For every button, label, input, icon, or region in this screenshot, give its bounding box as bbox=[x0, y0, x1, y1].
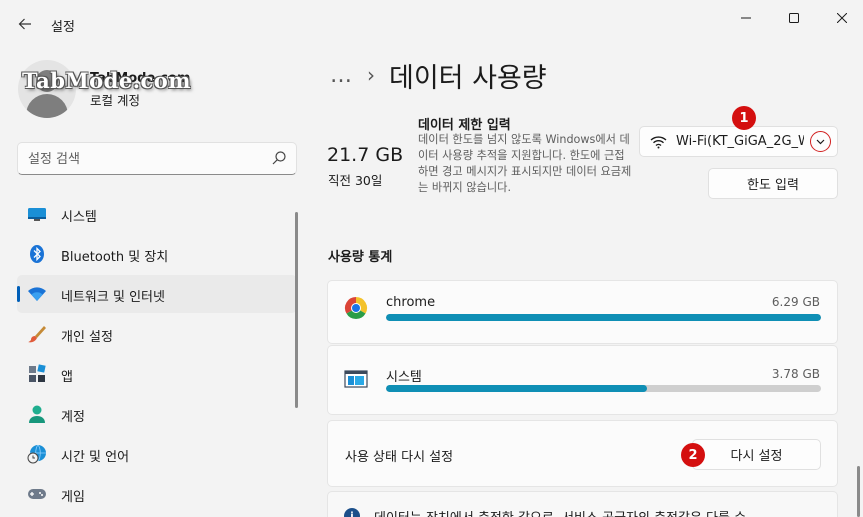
main-scrollbar[interactable] bbox=[857, 466, 860, 517]
sidebar-item-network[interactable]: 네트워크 및 인터넷 bbox=[17, 275, 297, 313]
sidebar-item-label: 시스템 bbox=[61, 210, 97, 225]
account-icon bbox=[29, 405, 45, 423]
step-marker-2: 2 bbox=[681, 443, 705, 467]
data-limit-description: 데이터 한도를 넘지 않도록 Windows에서 데이터 사용량 추적을 지원합… bbox=[418, 133, 632, 194]
minimize-icon bbox=[741, 17, 751, 19]
arrow-left-icon bbox=[18, 18, 31, 30]
enter-limit-button[interactable]: 한도 입력 bbox=[708, 168, 838, 199]
minimize-button[interactable] bbox=[722, 0, 770, 36]
app-size: 6.29 GB bbox=[771, 295, 820, 309]
system-icon bbox=[28, 208, 46, 221]
system-window-icon bbox=[344, 370, 368, 388]
search-icon[interactable] bbox=[272, 151, 286, 165]
network-dropdown[interactable]: Wi-Fi(KT_GiGA_2G_Wave2 bbox=[639, 126, 838, 157]
sidebar-item-gaming[interactable]: 게임 bbox=[17, 475, 297, 513]
app-name: 시스템 bbox=[386, 370, 422, 385]
close-button[interactable] bbox=[818, 0, 863, 36]
app-usage-row: 시스템 3.78 GB bbox=[327, 345, 838, 415]
usage-bar-fill bbox=[386, 314, 821, 321]
avatar-body bbox=[26, 94, 68, 118]
sidebar-item-label: 네트워크 및 인터넷 bbox=[61, 290, 165, 305]
bluetooth-icon bbox=[30, 245, 44, 263]
reset-usage-label: 사용 상태 다시 설정 bbox=[345, 450, 454, 465]
breadcrumb-more-button[interactable]: … bbox=[330, 63, 353, 88]
network-dropdown-value: Wi-Fi(KT_GiGA_2G_Wave2 bbox=[676, 134, 804, 149]
active-indicator bbox=[17, 286, 20, 302]
maximize-button[interactable] bbox=[770, 0, 818, 36]
data-limit-title: 데이터 제한 입력 bbox=[418, 118, 511, 133]
app-title: 설정 bbox=[51, 20, 75, 35]
back-button[interactable] bbox=[10, 10, 40, 38]
sidebar-item-system[interactable]: 시스템 bbox=[17, 195, 297, 233]
gamepad-icon bbox=[28, 489, 46, 499]
chevron-down-icon bbox=[816, 139, 825, 144]
close-icon bbox=[837, 13, 847, 23]
sidebar-scrollbar[interactable] bbox=[295, 212, 298, 408]
title-bar: 설정 bbox=[0, 0, 863, 48]
usage-period: 직전 30일 bbox=[328, 173, 383, 188]
sidebar-item-apps[interactable]: 앱 bbox=[17, 355, 297, 393]
info-icon: i bbox=[344, 508, 360, 517]
app-name: chrome bbox=[386, 295, 436, 310]
step-marker-1: 1 bbox=[732, 106, 756, 130]
chrome-icon bbox=[344, 297, 368, 320]
sidebar-item-bluetooth[interactable]: Bluetooth 및 장치 bbox=[17, 235, 297, 273]
sidebar-item-label: 앱 bbox=[61, 370, 73, 385]
search-box[interactable] bbox=[17, 142, 297, 175]
search-input[interactable] bbox=[28, 149, 258, 169]
sidebar-item-label: Bluetooth 및 장치 bbox=[61, 250, 169, 265]
dropdown-highlight-ring bbox=[810, 131, 831, 152]
sidebar-item-label: 시간 및 언어 bbox=[61, 450, 130, 465]
sidebar-item-accounts[interactable]: 계정 bbox=[17, 395, 297, 433]
reset-button[interactable]: 다시 설정 bbox=[692, 439, 821, 470]
usage-bar-fill bbox=[386, 385, 648, 392]
app-size: 3.78 GB bbox=[771, 367, 820, 381]
sidebar-item-label: 계정 bbox=[61, 410, 85, 425]
time-language-icon bbox=[27, 444, 46, 464]
maximize-icon bbox=[789, 13, 799, 23]
watermark-logo: TabMode.com bbox=[22, 68, 192, 93]
sidebar-nav: 시스템 Bluetooth 및 장치 네트워크 및 인터넷 개인 설정 앱 계정… bbox=[17, 195, 297, 515]
sidebar-item-time-language[interactable]: 시간 및 언어 bbox=[17, 435, 297, 473]
apps-icon bbox=[29, 364, 46, 382]
sidebar-item-personalization[interactable]: 개인 설정 bbox=[17, 315, 297, 353]
sidebar-item-label: 개인 설정 bbox=[61, 330, 113, 345]
reset-usage-card: 사용 상태 다시 설정 다시 설정 bbox=[327, 420, 838, 487]
brush-icon bbox=[28, 326, 46, 343]
wifi-icon bbox=[650, 136, 667, 149]
breadcrumb: … › 데이터 사용량 bbox=[330, 55, 547, 95]
app-usage-row: chrome 6.29 GB bbox=[327, 280, 838, 344]
usage-bar bbox=[386, 314, 821, 321]
page-title: 데이터 사용량 bbox=[389, 62, 547, 94]
usage-bar bbox=[386, 385, 821, 392]
info-text: 데이터는 장치에서 측정한 값으로, 서비스 공급자의 측정값은 다를 수 bbox=[374, 507, 746, 517]
chevron-right-icon: › bbox=[367, 63, 375, 87]
usage-stats-title: 사용량 통계 bbox=[328, 250, 393, 265]
network-icon bbox=[28, 287, 46, 301]
info-banner: i 데이터는 장치에서 측정한 값으로, 서비스 공급자의 측정값은 다를 수 bbox=[327, 491, 838, 517]
sidebar-item-label: 게임 bbox=[61, 490, 85, 505]
usage-total: 21.7 GB bbox=[327, 144, 404, 166]
